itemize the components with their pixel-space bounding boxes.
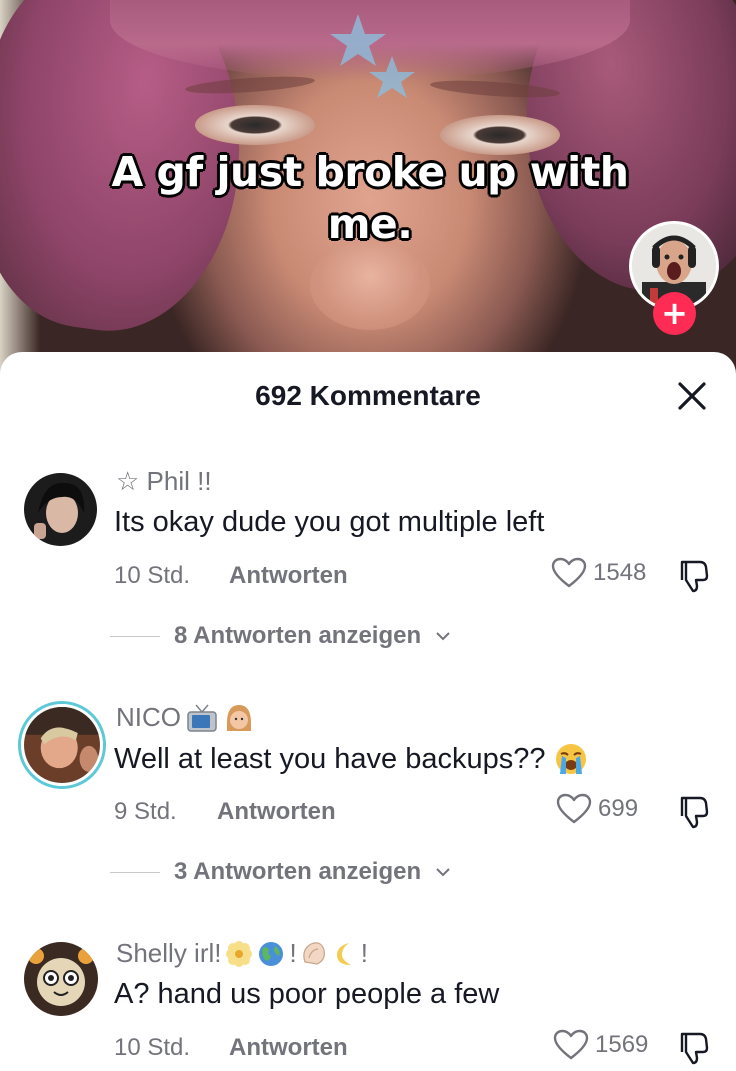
video-caption: A gf just broke up with me. [60, 146, 680, 250]
dislike-icon[interactable] [674, 1030, 710, 1066]
username-exclamation: ! [289, 938, 297, 968]
view-replies-label: 8 Antworten anzeigen [174, 622, 422, 649]
like-count: 699 [598, 795, 639, 822]
divider [110, 635, 160, 637]
comment-text-content: Well at least you have backups?? [114, 742, 546, 775]
comment-time: 10 Std. [114, 562, 191, 589]
caption-line: A gf just broke up with [111, 148, 630, 196]
avatar-image [21, 704, 103, 786]
star-stickers-icon [330, 14, 415, 98]
close-icon[interactable] [672, 376, 712, 416]
avatar-image [24, 942, 98, 1016]
moon-emoji-icon [336, 942, 351, 965]
crying-face-emoji-icon [555, 744, 586, 774]
avatar[interactable] [18, 701, 106, 789]
dislike-icon[interactable] [674, 794, 710, 830]
video-nose [310, 240, 430, 330]
like-count: 1569 [595, 1031, 649, 1058]
heart-icon [556, 793, 592, 824]
comment-text: Its okay dude you got multiple left [114, 506, 544, 539]
follow-button[interactable]: + [653, 292, 696, 335]
video-eye [195, 105, 315, 145]
comment-username[interactable]: NICO [116, 702, 255, 733]
view-replies-label: 3 Antworten anzeigen [174, 858, 422, 885]
username-label: Shelly irl! [116, 938, 222, 968]
comments-count-title: 692 Kommentare [255, 380, 481, 411]
video-player[interactable]: A gf just broke up with me. + [0, 0, 736, 380]
chevron-down-icon [436, 868, 450, 877]
caption-line: me. [327, 200, 413, 248]
chevron-down-icon [436, 632, 450, 641]
avatar[interactable] [24, 942, 98, 1016]
like-button[interactable]: 1569 [553, 1029, 648, 1061]
comments-sheet: 692 Kommentare ☆ Phil !! Its okay dude y… [0, 352, 736, 1071]
comment-text: Well at least you have backups?? [114, 742, 588, 776]
reply-button[interactable]: Antworten [229, 1034, 348, 1062]
comment-username[interactable]: ☆ Phil !! [116, 466, 212, 497]
comment-text: A? hand us poor people a few [114, 978, 499, 1011]
heart-icon [553, 1029, 589, 1060]
comment-time: 10 Std. [114, 1034, 191, 1061]
avatar-image [24, 473, 97, 546]
like-button[interactable]: 1548 [551, 557, 646, 589]
blossom-emoji-icon [226, 940, 253, 967]
comment-time: 9 Std. [114, 798, 177, 825]
comment-username[interactable]: Shelly irl! ! ! [116, 938, 368, 969]
comment-text-content: A? hand us poor people a few [114, 978, 500, 1010]
view-replies-button[interactable]: 3 Antworten anzeigen [110, 858, 451, 886]
heart-icon [551, 557, 587, 588]
avatar[interactable] [24, 473, 97, 546]
username-label: NICO [116, 702, 181, 732]
dislike-icon[interactable] [674, 558, 710, 594]
reply-button[interactable]: Antworten [217, 798, 336, 826]
divider [110, 871, 160, 873]
like-count: 1548 [593, 559, 647, 586]
username-exclamation: ! [360, 938, 368, 968]
globe-emoji-icon [259, 941, 284, 966]
like-button[interactable]: 699 [556, 793, 638, 825]
view-replies-button[interactable]: 8 Antworten anzeigen [110, 622, 451, 650]
reply-button[interactable]: Antworten [229, 562, 348, 590]
television-emoji-icon [187, 704, 217, 732]
comment-text-content: Its okay dude you got multiple left [114, 506, 545, 538]
girl-emoji-icon [227, 704, 251, 731]
shell-emoji-icon [302, 941, 325, 965]
